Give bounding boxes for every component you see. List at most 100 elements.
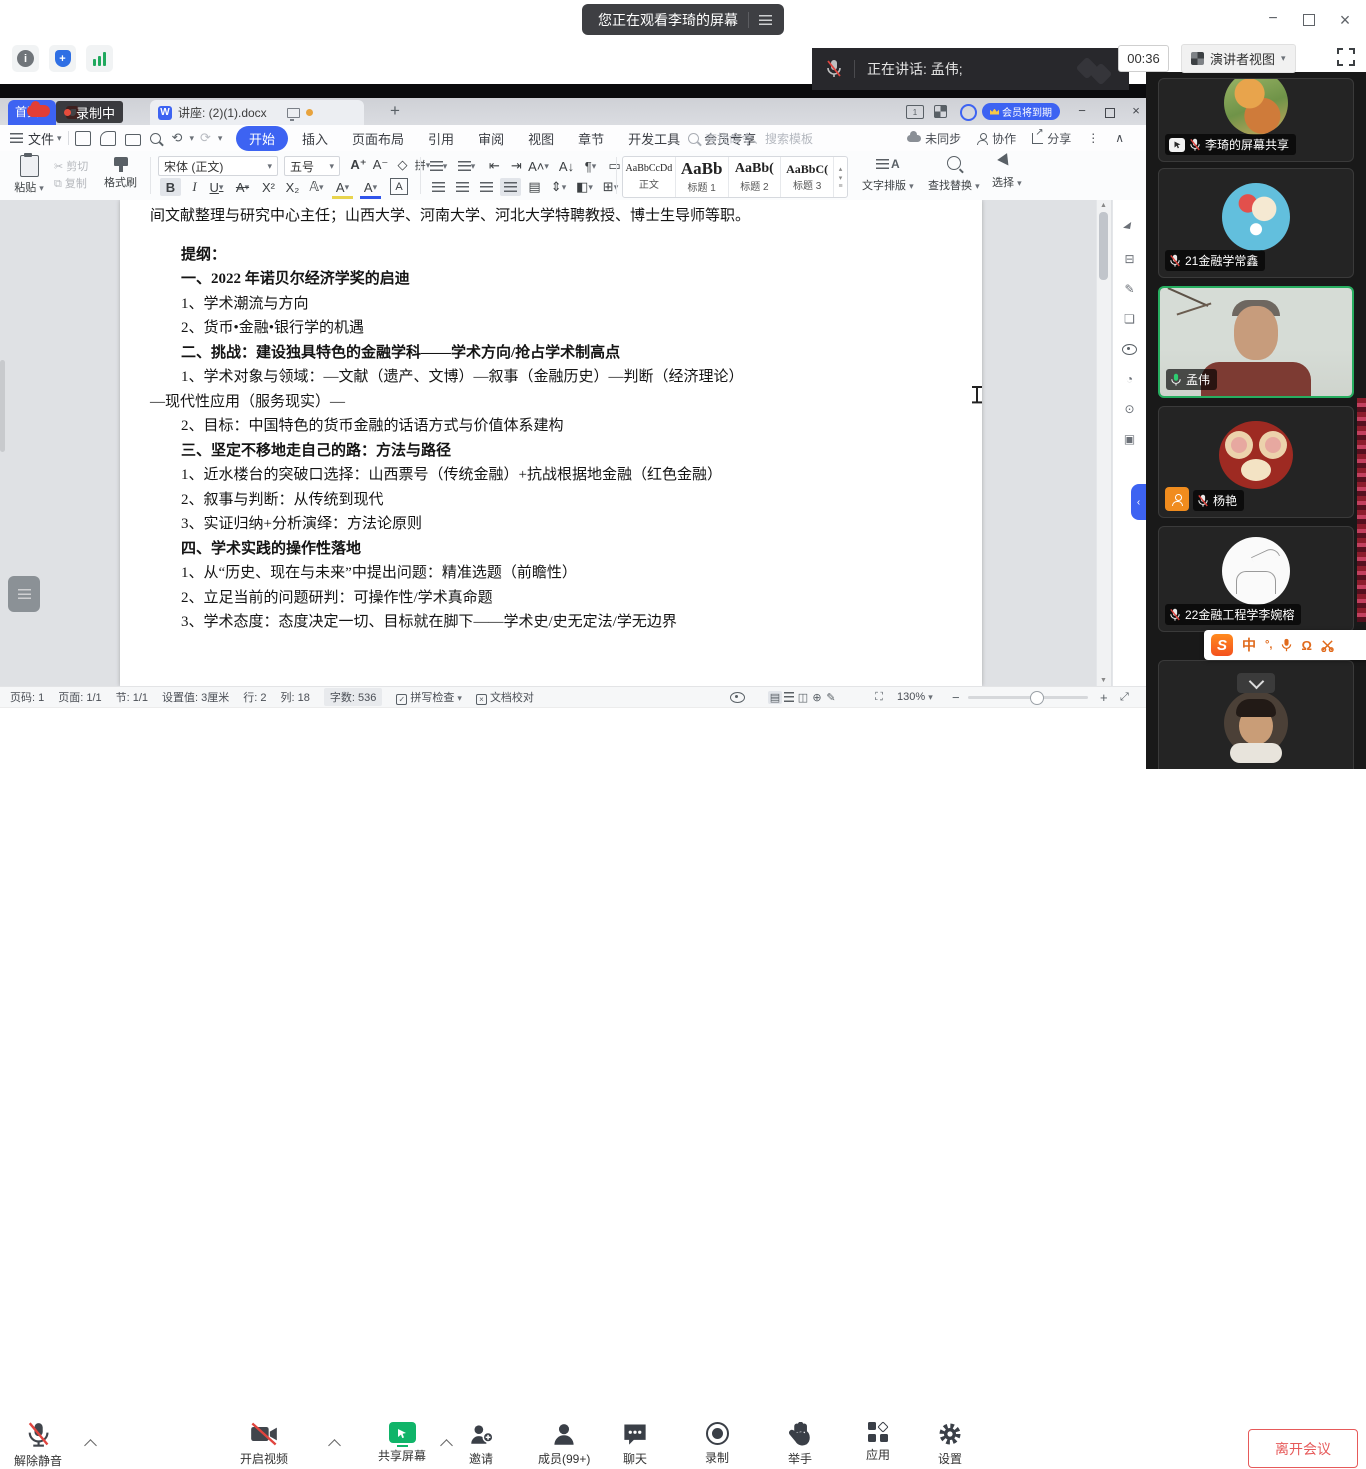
tab-grid-icon[interactable] xyxy=(934,105,947,118)
collapse-strip-button[interactable] xyxy=(1237,673,1275,693)
floating-panel-handle[interactable] xyxy=(8,576,40,612)
collaborate-button[interactable]: 协作 xyxy=(977,130,1016,147)
window-minimize-button[interactable]: − xyxy=(1262,10,1284,28)
pointer-icon[interactable] xyxy=(1113,214,1147,244)
ime-voice-icon[interactable] xyxy=(1281,638,1292,652)
invite-button[interactable]: 邀请 xyxy=(468,1422,494,1467)
underline-button[interactable]: U▾ xyxy=(206,178,227,196)
font-color-button[interactable]: A▾ xyxy=(360,178,381,199)
vertical-scrollbar[interactable]: ▲ ▼ xyxy=(1096,200,1111,686)
strikethrough-button[interactable]: A▾ xyxy=(232,178,253,196)
zoom-slider-knob[interactable] xyxy=(1030,691,1044,705)
ink-view-button[interactable]: ✎ xyxy=(824,691,838,704)
borders-button[interactable]: ⊞▾ xyxy=(600,178,621,196)
grow-font-button[interactable]: A⁺ xyxy=(348,156,369,174)
character-shading-button[interactable]: A xyxy=(390,178,408,195)
tab-page-layout[interactable]: 页面布局 xyxy=(342,126,414,151)
italic-button[interactable]: I xyxy=(184,178,205,196)
chat-button[interactable]: 聊天 xyxy=(622,1422,648,1467)
membership-expiry-badge[interactable]: 会员将到期 xyxy=(982,103,1060,120)
paste-button[interactable]: 粘贴 ▾ xyxy=(8,155,50,195)
line-spacing-button[interactable]: ⇕▾ xyxy=(548,178,569,196)
text-layout-button[interactable]: A 文字排版 ▾ xyxy=(862,157,914,193)
scrollbar-thumb[interactable] xyxy=(1099,212,1108,280)
history-icon[interactable]: ◔ xyxy=(1113,364,1147,394)
read-view-button[interactable]: ◫ xyxy=(796,691,810,704)
expand-view-icon[interactable]: ⤢ xyxy=(1120,691,1129,704)
print-icon[interactable] xyxy=(125,134,141,146)
fullscreen-icon[interactable] xyxy=(1336,47,1356,67)
participant-tile-liwanrong[interactable]: 22金融工程学李婉榕 xyxy=(1158,526,1354,632)
eye-icon[interactable] xyxy=(1113,334,1147,364)
participant-tile-liqi-share[interactable]: 李琦的屏幕共享 xyxy=(1158,78,1354,162)
ime-punctuation-toggle[interactable]: °, xyxy=(1265,639,1272,651)
highlight-color-button[interactable]: A▾ xyxy=(332,178,353,199)
style-heading1[interactable]: AaBb 标题 1 xyxy=(676,157,729,197)
zoom-out-button[interactable]: − xyxy=(952,690,960,705)
banner-menu-icon[interactable] xyxy=(759,15,772,25)
split-icon[interactable]: ⊟ xyxy=(1113,244,1147,274)
text-effects-button[interactable]: 𝔸▾ xyxy=(306,178,327,196)
tab-review[interactable]: 审阅 xyxy=(468,126,514,151)
participant-tile-yangyan[interactable]: 杨艳 xyxy=(1158,406,1354,518)
style-normal[interactable]: AaBbCcDd 正文 xyxy=(623,157,676,197)
find-replace-button[interactable]: 查找替换 ▾ xyxy=(928,156,980,193)
distribute-button[interactable]: ▤ xyxy=(524,178,545,196)
more-options-icon[interactable]: ⋮ xyxy=(1087,131,1099,145)
wps-close-button[interactable]: × xyxy=(1126,103,1146,118)
style-heading3[interactable]: AaBbC( 标题 3 xyxy=(781,157,834,197)
outline-view-button[interactable] xyxy=(782,691,796,704)
wps-document-tab[interactable]: W 讲座: (2)(1).docx xyxy=(150,100,364,125)
new-tab-button[interactable]: + xyxy=(390,101,400,121)
participant-tile-changxin[interactable]: 21金融学常鑫 xyxy=(1158,168,1354,278)
meeting-info-button[interactable]: i xyxy=(12,45,39,72)
copy-button[interactable]: ⧉ 复制 xyxy=(54,175,87,191)
status-word-count[interactable]: 字数: 536 xyxy=(324,688,382,706)
character-scale-button[interactable]: A˄▾ xyxy=(528,157,549,175)
share-screen-button[interactable]: 共享屏幕 xyxy=(378,1422,426,1464)
watching-screen-banner[interactable]: 您正在观看李琦的屏幕 xyxy=(582,4,784,35)
settings-button[interactable]: 设置 xyxy=(938,1422,962,1467)
window-pane-icon[interactable]: 1 xyxy=(906,105,924,119)
sort-button[interactable]: A↓ xyxy=(556,157,577,175)
ime-scissors-icon[interactable] xyxy=(1321,639,1334,652)
style-heading2[interactable]: AaBb( 标题 2 xyxy=(729,157,782,197)
scroll-up-icon[interactable]: ▲ xyxy=(1100,202,1107,209)
undo-menu-chevron[interactable]: ▾ xyxy=(189,133,194,144)
leave-meeting-button[interactable]: 离开会议 xyxy=(1248,1429,1358,1468)
participant-tile-partial[interactable] xyxy=(1158,660,1354,769)
bold-button[interactable]: B xyxy=(160,178,181,196)
pen-icon[interactable]: ✎ xyxy=(1113,274,1147,304)
eye-protect-button[interactable] xyxy=(730,692,745,703)
toolbar-more-chevron[interactable]: ▾ xyxy=(218,133,223,144)
zoom-level[interactable]: 130% ▾ xyxy=(897,691,933,703)
shading-button[interactable]: ◧▾ xyxy=(574,178,595,196)
side-panel-handle[interactable]: ‹ xyxy=(1131,484,1146,520)
file-menu[interactable]: 文件 ▾ xyxy=(10,129,62,148)
command-search[interactable]: 查找命令、搜索模板 xyxy=(688,125,813,151)
layout-icon[interactable]: ▣ xyxy=(1113,424,1147,454)
sync-status-button[interactable]: 未同步 xyxy=(907,130,961,147)
print-preview-icon[interactable] xyxy=(150,133,161,144)
scroll-down-icon[interactable]: ▼ xyxy=(1100,677,1107,684)
ime-language-toggle[interactable]: 中 xyxy=(1242,635,1256,655)
redo-icon[interactable]: ⟳ xyxy=(200,131,211,146)
wps-restore-button[interactable] xyxy=(1100,106,1120,121)
clear-format-icon[interactable]: ◇ xyxy=(392,156,413,174)
participant-tile-mengwei[interactable]: 孟伟 xyxy=(1158,286,1354,398)
video-options-chevron[interactable] xyxy=(328,1439,341,1452)
numbered-list-button[interactable]: ▾ xyxy=(456,157,477,175)
record-button[interactable]: 录制 xyxy=(705,1422,729,1466)
ime-symbols-button[interactable]: Ω xyxy=(1301,638,1311,653)
align-left-button[interactable] xyxy=(428,178,449,196)
share-options-chevron[interactable] xyxy=(440,1439,453,1452)
fit-page-button[interactable]: ⛶ xyxy=(872,691,886,704)
window-restore-button[interactable] xyxy=(1298,13,1320,31)
format-painter-button[interactable]: 格式刷 xyxy=(104,157,137,190)
shrink-font-button[interactable]: A⁻ xyxy=(370,156,391,174)
tab-references[interactable]: 引用 xyxy=(418,126,464,151)
styles-scroll-strip[interactable]: ▴▾≡ xyxy=(834,157,847,197)
tab-view[interactable]: 视图 xyxy=(518,126,564,151)
font-size-select[interactable]: 五号▾ xyxy=(284,156,340,176)
align-right-button[interactable] xyxy=(476,178,497,196)
